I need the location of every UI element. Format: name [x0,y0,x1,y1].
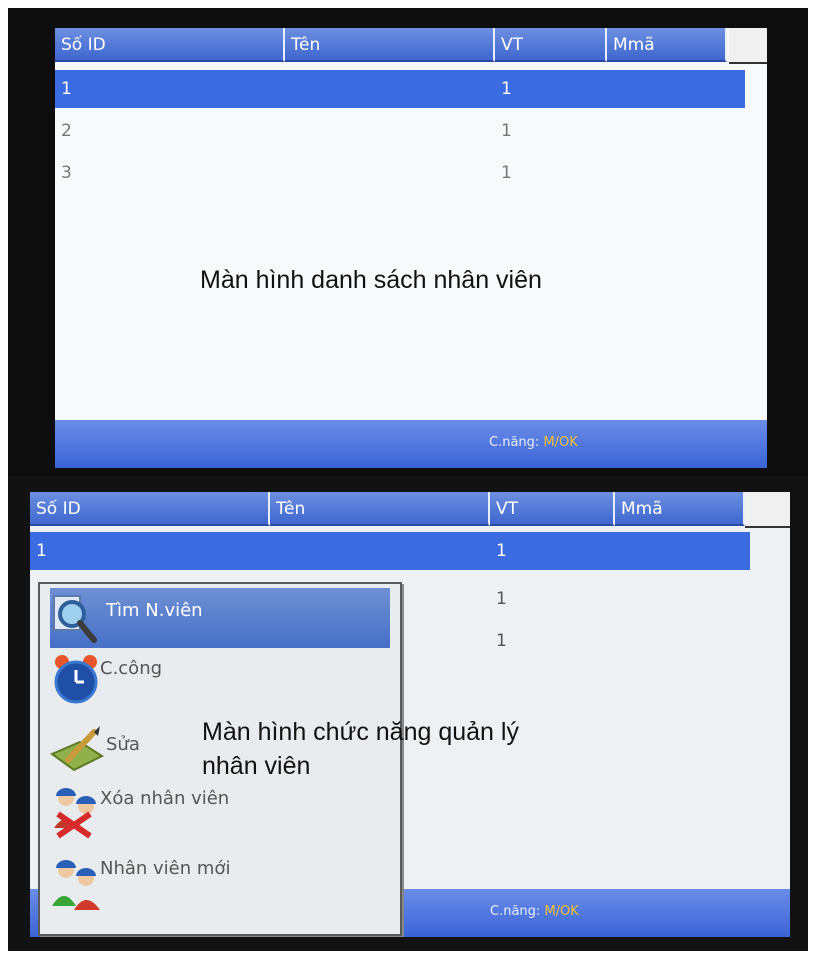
scrollbar[interactable] [729,28,767,64]
menu-item-label: C.công [100,658,163,679]
function-label: C.năng: [490,904,541,919]
status-bar: C.năng: M/OK [55,420,767,468]
employee-list-photo: Số ID Tên VT Mmã 1 1 2 1 3 1 Màn hình da… [8,8,808,478]
row-id: 1 [61,79,72,99]
column-password[interactable]: Mmã [607,28,727,62]
menu-item-new-employee[interactable]: Nhân viên mới [50,856,390,916]
menu-item-attendance[interactable]: C.công [50,652,390,712]
menu-item-find-employee[interactable]: Tìm N.viên [50,588,390,648]
menu-item-delete-employee[interactable]: Xóa nhân viên [50,784,390,844]
menu-item-label: Sửa [106,734,140,755]
column-name[interactable]: Tên [270,492,490,526]
table-row[interactable]: 1 1 [30,532,750,570]
row-id: 3 [61,163,72,183]
function-hint: C.năng: M/OK [490,904,579,919]
management-menu-photo: Số ID Tên VT Mmã 1 1 1 1 C.năng: M/OK Tì… [8,476,808,951]
management-menu-screen: Số ID Tên VT Mmã 1 1 1 1 C.năng: M/OK Tì… [30,492,790,937]
column-vt[interactable]: VT [495,28,607,62]
menu-item-label: Tìm N.viên [106,600,203,621]
edit-notebook-icon [50,726,104,772]
row-vt: 1 [496,631,507,651]
function-label: C.năng: [489,435,540,450]
row-vt: 1 [501,79,512,99]
function-key: M/OK [543,435,578,450]
screen-caption: Màn hình danh sách nhân viên [200,266,542,294]
table-header: Số ID Tên VT Mmã [30,492,790,528]
column-name[interactable]: Tên [285,28,495,62]
row-vt: 1 [496,541,507,561]
function-key: M/OK [544,904,579,919]
delete-users-icon [54,788,96,839]
employee-list-screen: Số ID Tên VT Mmã 1 1 2 1 3 1 Màn hình da… [55,28,767,468]
table-row[interactable]: 3 1 [55,154,745,192]
table-header: Số ID Tên VT Mmã [55,28,767,64]
row-id: 2 [61,121,72,141]
row-vt: 1 [501,121,512,141]
menu-item-label: Xóa nhân viên [100,788,230,809]
new-users-icon [52,860,100,910]
screen-caption-line1: Màn hình chức năng quản lý [202,718,519,746]
scrollbar[interactable] [745,492,790,528]
function-hint: C.năng: M/OK [489,435,578,450]
row-vt: 1 [501,163,512,183]
table-row[interactable]: 1 1 [55,70,745,108]
column-id[interactable]: Số ID [55,28,285,62]
table-row[interactable]: 2 1 [55,112,745,150]
menu-item-label: Nhân viên mới [100,858,231,879]
alarm-clock-icon [54,655,98,704]
row-id: 1 [36,541,47,561]
screen-caption-line2: nhân viên [202,752,311,780]
row-vt: 1 [496,589,507,609]
column-id[interactable]: Số ID [30,492,270,526]
column-password[interactable]: Mmã [615,492,745,526]
column-vt[interactable]: VT [490,492,615,526]
search-icon [53,595,97,643]
